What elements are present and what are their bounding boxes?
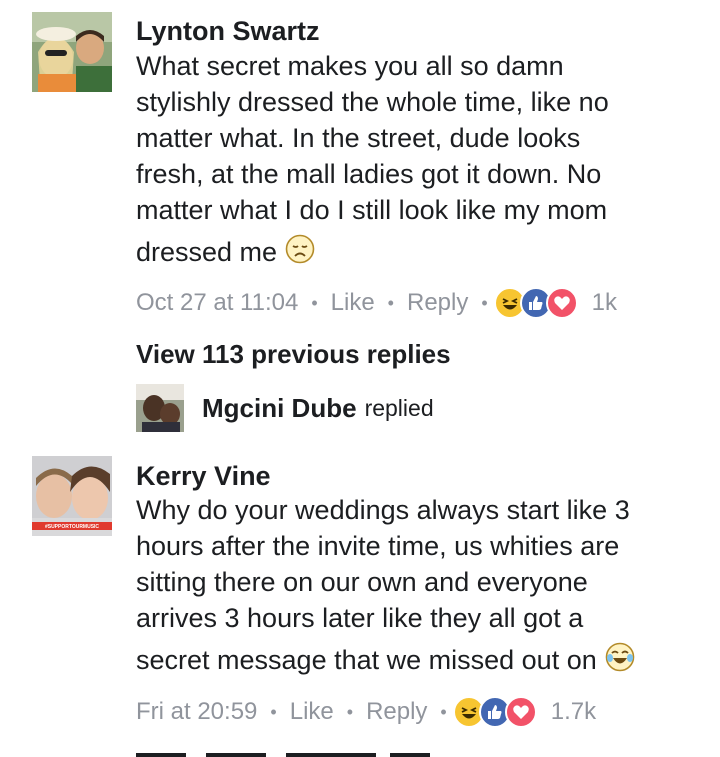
reply-verb: replied <box>364 394 434 421</box>
comment-text-line: Why do your weddings always start like 3 <box>136 495 630 525</box>
reaction-count[interactable]: 1.7k <box>551 698 596 726</box>
comment-text-line: secret message that we missed out on <box>136 645 597 675</box>
comment-text-line: arrives 3 hours later like they all got … <box>136 603 584 633</box>
separator-dot: • <box>387 292 394 313</box>
svg-text:#SUPPORTOURMUSIC: #SUPPORTOURMUSIC <box>45 524 99 530</box>
separator-dot: • <box>270 701 277 722</box>
comment-text-line: stylishly dressed the whole time, like n… <box>136 87 609 117</box>
comment-text-line: What secret makes you all so damn <box>136 51 564 81</box>
comment-text-line: sitting there on our own and everyone <box>136 567 588 597</box>
reply-button[interactable]: Reply <box>407 289 468 317</box>
clipped-view-replies-link[interactable] <box>136 748 436 757</box>
tears-of-joy-icon <box>605 642 635 681</box>
comment-timestamp[interactable]: Oct 27 at 11:04 <box>136 289 298 317</box>
reply-button[interactable]: Reply <box>366 698 427 726</box>
comment-text: Why do your weddings always start like 3… <box>136 492 696 681</box>
separator-dot: • <box>440 701 447 722</box>
comment-text-line: hours after the invite time, us whities … <box>136 531 620 561</box>
like-button[interactable]: Like <box>290 698 334 726</box>
reaction-count[interactable]: 1k <box>592 289 617 317</box>
reactions-summary[interactable] <box>452 696 537 728</box>
comment-text-line: matter what I do I still look like my mo… <box>136 195 608 225</box>
comment-text-line: fresh, at the mall ladies got it down. N… <box>136 159 602 189</box>
avatar-kerry[interactable]: #SUPPORTOURMUSIC <box>32 456 112 536</box>
comment-text-line: dressed me <box>136 237 278 267</box>
love-reaction-icon <box>545 287 578 319</box>
latest-reply-preview[interactable]: Mgcini Dube replied <box>136 384 434 432</box>
comment-text-line: matter what. In the street, dude looks <box>136 123 581 153</box>
reactions-summary[interactable] <box>493 287 578 319</box>
separator-dot: • <box>481 292 488 313</box>
comment-meta: Oct 27 at 11:04 • Like • Reply • 1k <box>136 286 617 320</box>
comment-author[interactable]: Lynton Swartz <box>136 16 320 47</box>
comment-text: What secret makes you all so damn stylis… <box>136 48 696 273</box>
separator-dot: • <box>346 701 354 722</box>
avatar-mgcini <box>136 384 184 432</box>
reply-author[interactable]: Mgcini Dube <box>202 393 357 424</box>
disappointed-face-icon <box>285 234 315 273</box>
comment-author[interactable]: Kerry Vine <box>136 461 271 492</box>
like-button[interactable]: Like <box>331 289 375 317</box>
avatar-lynton[interactable] <box>32 12 112 92</box>
comment-meta: Fri at 20:59 • Like • Reply • 1.7k <box>136 695 596 729</box>
love-reaction-icon <box>504 696 537 728</box>
comment-timestamp[interactable]: Fri at 20:59 <box>136 698 257 726</box>
separator-dot: • <box>311 292 318 313</box>
view-previous-replies-link[interactable]: View 113 previous replies <box>136 339 451 370</box>
